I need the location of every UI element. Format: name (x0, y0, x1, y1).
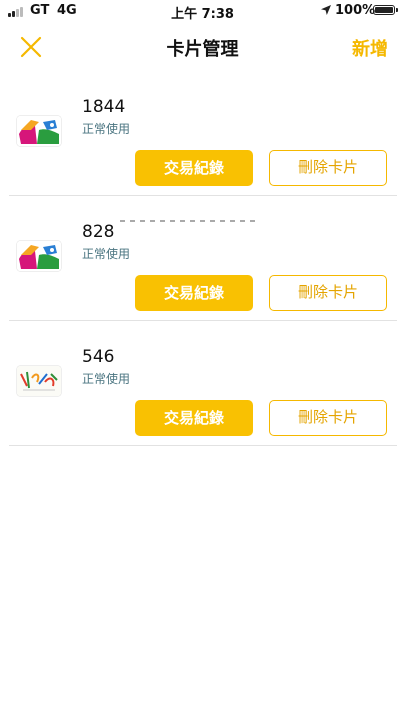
easycard-icon (17, 116, 61, 146)
status-bar: GT 4G 上午 7:38 100% (0, 0, 405, 22)
battery-icon (373, 5, 398, 15)
ipass-card-icon (17, 366, 61, 396)
card-list-item: 546 正常使用 交易紀錄 刪除卡片 (9, 320, 397, 446)
add-card-button[interactable]: 新增 (352, 35, 388, 61)
card-number: 828 (82, 222, 115, 242)
card-list-item: 1844 正常使用 交易紀錄 刪除卡片 (9, 70, 397, 196)
delete-card-button[interactable]: 刪除卡片 (269, 275, 387, 311)
card-list-item: 828 正常使用 交易紀錄 刪除卡片 (9, 195, 397, 321)
easycard-icon (17, 241, 61, 271)
delete-card-button[interactable]: 刪除卡片 (269, 400, 387, 436)
transaction-history-button[interactable]: 交易紀錄 (135, 400, 253, 436)
battery-percentage: 100% (335, 3, 376, 18)
card-number: 1844 (82, 97, 126, 117)
card-number: 546 (82, 347, 115, 367)
card-status: 正常使用 (82, 247, 131, 261)
transaction-history-button[interactable]: 交易紀錄 (135, 150, 253, 186)
navigation-bar: 卡片管理 新增 (0, 22, 405, 70)
card-status: 正常使用 (82, 122, 131, 136)
card-status: 正常使用 (82, 372, 131, 386)
masked-digits-line (120, 220, 258, 222)
transaction-history-button[interactable]: 交易紀錄 (135, 275, 253, 311)
page-title: 卡片管理 (166, 39, 239, 60)
location-arrow-icon (321, 5, 331, 15)
delete-card-button[interactable]: 刪除卡片 (269, 150, 387, 186)
